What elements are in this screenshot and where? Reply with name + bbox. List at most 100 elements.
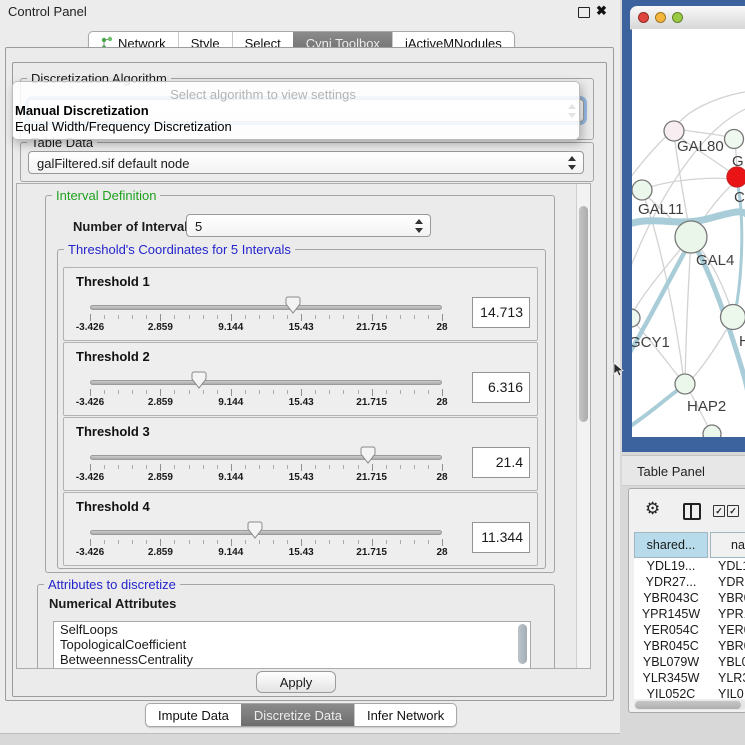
network-node[interactable] xyxy=(632,180,652,200)
slider-tick xyxy=(118,465,119,469)
threshold-slider-track[interactable] xyxy=(90,380,442,385)
threshold-slider-track[interactable] xyxy=(90,305,442,310)
tab-impute-data[interactable]: Impute Data xyxy=(146,704,241,726)
slider-tick xyxy=(189,465,190,469)
slider-tick-label: -3.426 xyxy=(65,322,115,333)
slider-tick xyxy=(104,390,105,394)
table-row[interactable]: YIL052CYIL0 xyxy=(634,686,745,699)
close-traffic-light[interactable] xyxy=(638,12,649,23)
close-icon[interactable]: ✖ xyxy=(596,3,607,19)
threshold-slider-track[interactable] xyxy=(90,455,442,460)
table-row[interactable]: YDL19...YDL1 xyxy=(634,558,745,574)
checkbox-icon[interactable]: ✓ xyxy=(727,505,739,517)
table-cell: YDR27... xyxy=(634,574,708,590)
slider-tick xyxy=(90,464,91,471)
table-row[interactable]: YBR045CYBR0 xyxy=(634,638,745,654)
table-row[interactable]: YBL079WYBL0 xyxy=(634,654,745,670)
apply-button[interactable]: Apply xyxy=(256,671,336,693)
network-node[interactable] xyxy=(632,309,640,327)
table-row[interactable]: YBR043CYBR0 xyxy=(634,590,745,606)
attribute-list-item[interactable]: TopologicalCoefficient xyxy=(54,637,530,652)
slider-tick xyxy=(386,540,387,544)
network-canvas[interactable]: GAL80GCGAL11GAL4GCY1HHAP2 xyxy=(632,29,745,437)
threshold-box: Threshold 4-3.4262.8599.14415.4321.71528… xyxy=(63,492,538,566)
table-row[interactable]: YPR145WYPR1 xyxy=(634,606,745,622)
slider-tick xyxy=(358,540,359,544)
network-node[interactable] xyxy=(727,167,745,187)
slider-tick-label: 21.715 xyxy=(347,547,397,558)
minimize-traffic-light[interactable] xyxy=(655,12,666,23)
algorithm-option[interactable]: Equal Width/Frequency Discretization xyxy=(15,119,232,134)
network-node[interactable] xyxy=(675,221,707,253)
settings-vscroll-thumb[interactable] xyxy=(579,206,588,422)
tab-infer-network[interactable]: Infer Network xyxy=(354,704,456,726)
table-row[interactable]: YER054CYER0 xyxy=(634,622,745,638)
table-cell: YBR043C xyxy=(634,590,708,606)
threshold-value-field[interactable]: 6.316 xyxy=(472,372,530,403)
threshold-slider-thumb[interactable] xyxy=(191,371,207,389)
slider-tick xyxy=(259,465,260,469)
slider-tick xyxy=(259,390,260,394)
checkbox-icon[interactable]: ✓ xyxy=(713,505,725,517)
slider-tick xyxy=(217,540,218,544)
gear-icon[interactable]: ⚙ xyxy=(645,500,660,517)
slider-tick-label: 15.43 xyxy=(276,322,326,333)
column-layout-icon[interactable] xyxy=(683,503,701,520)
tab-discretize-data[interactable]: Discretize Data xyxy=(241,704,354,726)
table-column-header[interactable]: na xyxy=(710,532,745,558)
slider-tick xyxy=(329,315,330,319)
slider-tick xyxy=(428,465,429,469)
table-data-combobox[interactable]: galFiltered.sif default node xyxy=(28,151,584,174)
slider-tick xyxy=(203,390,204,394)
network-node[interactable] xyxy=(721,305,745,330)
table-hscrollbar[interactable] xyxy=(634,700,745,710)
settings-vscroll-track[interactable] xyxy=(576,184,591,668)
table-row[interactable]: YLR345WYLR3 xyxy=(634,670,745,686)
slider-tick xyxy=(414,315,415,319)
threshold-slider-thumb[interactable] xyxy=(247,521,263,539)
network-node[interactable] xyxy=(703,425,721,437)
threshold-value-field[interactable]: 21.4 xyxy=(472,447,530,478)
slider-tick xyxy=(372,464,373,471)
slider-tick-label: -3.426 xyxy=(65,397,115,408)
threshold-slider-thumb[interactable] xyxy=(360,446,376,464)
slider-tick xyxy=(400,465,401,469)
slider-tick-label: 28 xyxy=(417,397,467,408)
slider-tick xyxy=(245,465,246,469)
attribute-list-item[interactable]: BetweennessCentrality xyxy=(54,652,530,667)
network-node-label: GAL11 xyxy=(638,201,684,218)
slider-tick xyxy=(231,464,232,471)
network-node[interactable] xyxy=(675,374,695,394)
numerical-attributes-list[interactable]: SelfLoopsTopologicalCoefficientBetweenne… xyxy=(53,621,531,669)
slider-tick xyxy=(231,389,232,396)
zoom-traffic-light[interactable] xyxy=(672,12,683,23)
slider-tick xyxy=(132,315,133,319)
slider-tick xyxy=(90,389,91,396)
slider-tick-label: 2.859 xyxy=(135,322,185,333)
network-node[interactable] xyxy=(725,130,744,149)
table-panel-titlebar: Table Panel xyxy=(622,455,745,486)
slider-tick xyxy=(329,540,330,544)
threshold-box: Threshold 3-3.4262.8599.14415.4321.71528… xyxy=(63,417,538,491)
threshold-value-field[interactable]: 11.344 xyxy=(472,522,530,553)
network-view-window: GAL80GCGAL11GAL4GCY1HHAP2 xyxy=(622,0,745,452)
threshold-label: Threshold 3 xyxy=(76,424,150,439)
table-column-header[interactable]: shared... xyxy=(634,532,708,558)
float-window-icon[interactable] xyxy=(578,7,590,18)
attributes-list-scrollbar[interactable] xyxy=(518,624,527,664)
threshold-label: Threshold 2 xyxy=(76,349,150,364)
threshold-slider-track[interactable] xyxy=(90,530,442,535)
slider-tick xyxy=(160,389,161,396)
table-hscroll-thumb[interactable] xyxy=(635,701,741,709)
table-row[interactable]: YDR27...YDR2 xyxy=(634,574,745,590)
attribute-list-item[interactable]: SelfLoops xyxy=(54,622,530,637)
number-of-intervals-combobox[interactable]: 5 xyxy=(186,214,431,237)
slider-tick xyxy=(400,315,401,319)
table-cell: YBR0 xyxy=(713,638,745,654)
table-panel: ⚙ ✓ ✓ shared...na YDL19...YDL1YDR27...YD… xyxy=(628,488,745,713)
threshold-value-field[interactable]: 14.713 xyxy=(472,297,530,328)
slider-tick xyxy=(428,540,429,544)
threshold-slider-thumb[interactable] xyxy=(285,296,301,314)
network-node-label: HAP2 xyxy=(687,398,726,415)
algorithm-option[interactable]: Manual Discretization xyxy=(15,103,149,118)
